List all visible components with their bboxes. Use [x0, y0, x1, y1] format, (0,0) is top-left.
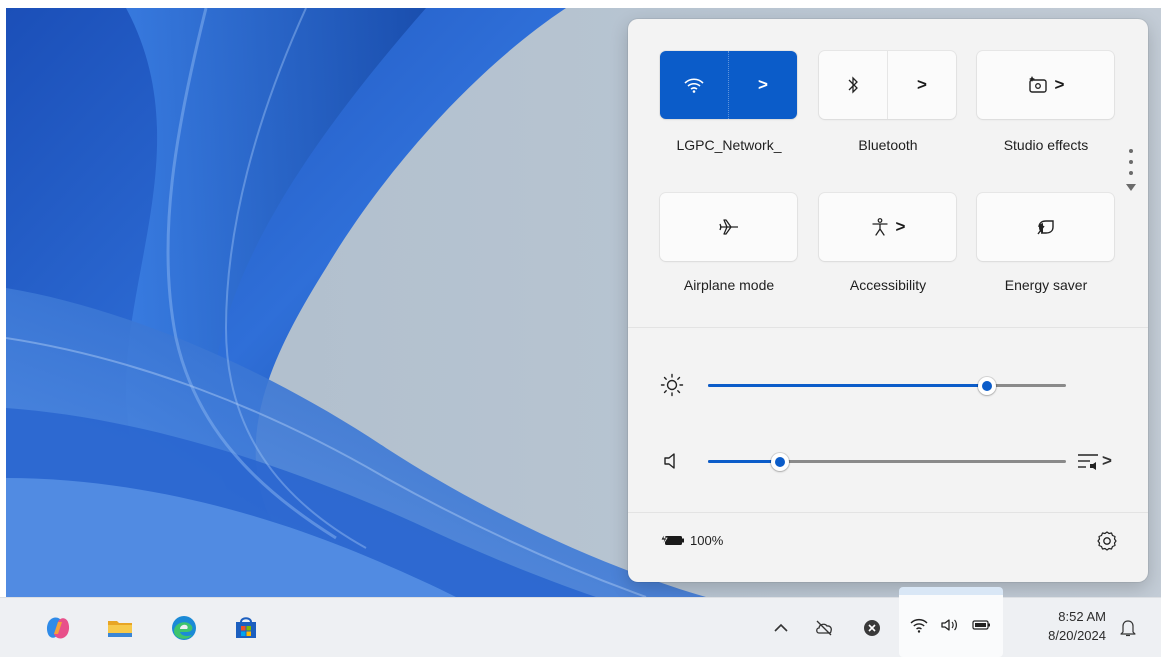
bluetooth-icon	[848, 76, 858, 94]
volume-slider[interactable]	[708, 453, 1066, 471]
quick-settings-tiles: > LGPC_Network_ > Bluetooth > Studio eff…	[628, 19, 1148, 329]
accessibility-label: Accessibility	[849, 277, 927, 293]
brightness-slider-row	[628, 365, 1148, 405]
wifi-toggle[interactable]	[660, 51, 729, 119]
airplane-mode-label: Airplane mode	[683, 277, 775, 293]
airplane-mode-tile[interactable]	[660, 193, 797, 261]
volume-slider-fill	[708, 460, 780, 463]
studio-effects-label: Studio effects	[1003, 137, 1089, 153]
bluetooth-tile[interactable]: >	[819, 51, 956, 119]
bluetooth-expand-button[interactable]: >	[888, 51, 956, 119]
divider	[628, 327, 1148, 328]
clock-time: 8:52 AM	[1058, 609, 1106, 624]
wifi-expand-button[interactable]: >	[729, 51, 797, 119]
copilot-icon[interactable]	[44, 614, 72, 642]
accessibility-tile[interactable]: >	[819, 193, 956, 261]
gear-icon[interactable]	[1094, 528, 1120, 554]
wifi-icon	[684, 78, 704, 93]
notification-bell-icon[interactable]	[1118, 618, 1138, 638]
chevron-right-icon: >	[1102, 451, 1112, 470]
onedrive-offline-icon[interactable]	[814, 618, 834, 638]
chevron-right-icon: >	[1054, 75, 1065, 94]
brightness-icon	[660, 373, 684, 397]
battery-percentage: 100%	[690, 532, 724, 548]
bluetooth-label: Bluetooth	[858, 137, 918, 153]
page-scroller[interactable]	[1126, 149, 1136, 229]
page-dot[interactable]	[1129, 160, 1133, 164]
close-circle-icon[interactable]	[862, 618, 882, 638]
speaker-icon[interactable]	[660, 449, 684, 473]
volume-slider-row: >	[628, 441, 1148, 481]
quick-settings-footer: 100%	[628, 512, 1148, 582]
scroll-down-icon[interactable]	[1126, 184, 1136, 191]
wifi-icon	[910, 618, 928, 633]
audio-output-icon	[1078, 454, 1098, 470]
wifi-tile[interactable]: >	[660, 51, 797, 119]
wifi-label: LGPC_Network_	[676, 137, 782, 153]
chevron-right-icon: >	[917, 75, 927, 94]
chevron-up-icon[interactable]	[771, 618, 791, 638]
energy-saver-tile[interactable]	[977, 193, 1114, 261]
brightness-slider-thumb[interactable]	[978, 377, 996, 395]
bluetooth-toggle[interactable]	[819, 51, 888, 119]
quick-settings-panel: > LGPC_Network_ > Bluetooth > Studio eff…	[628, 19, 1148, 582]
page-dot[interactable]	[1129, 171, 1133, 175]
battery-charging-icon	[660, 533, 684, 547]
clock[interactable]: 8:52 AM 8/20/2024	[1020, 607, 1106, 645]
studio-effects-icon	[1028, 76, 1047, 93]
audio-output-button[interactable]: >	[1076, 449, 1112, 473]
clock-date: 8/20/2024	[1048, 628, 1106, 643]
file-explorer-icon[interactable]	[106, 614, 134, 642]
energy-saver-icon	[1036, 220, 1054, 235]
network-volume-battery-button[interactable]	[899, 587, 1003, 657]
battery-icon	[972, 620, 990, 630]
taskbar: 8:52 AM 8/20/2024	[0, 587, 1161, 657]
edge-icon[interactable]	[170, 614, 198, 642]
store-icon[interactable]	[232, 614, 260, 642]
chevron-right-icon: >	[758, 75, 768, 94]
battery-status-button[interactable]: 100%	[660, 532, 723, 548]
speaker-icon	[941, 619, 957, 631]
page-dot[interactable]	[1129, 149, 1133, 153]
brightness-slider-fill	[708, 384, 987, 387]
accessibility-icon	[871, 218, 888, 236]
volume-slider-thumb[interactable]	[771, 453, 789, 471]
airplane-icon	[718, 219, 738, 235]
chevron-right-icon: >	[895, 217, 906, 236]
brightness-slider[interactable]	[708, 377, 1066, 395]
studio-effects-tile[interactable]: >	[977, 51, 1114, 119]
energy-saver-label: Energy saver	[1004, 277, 1088, 293]
